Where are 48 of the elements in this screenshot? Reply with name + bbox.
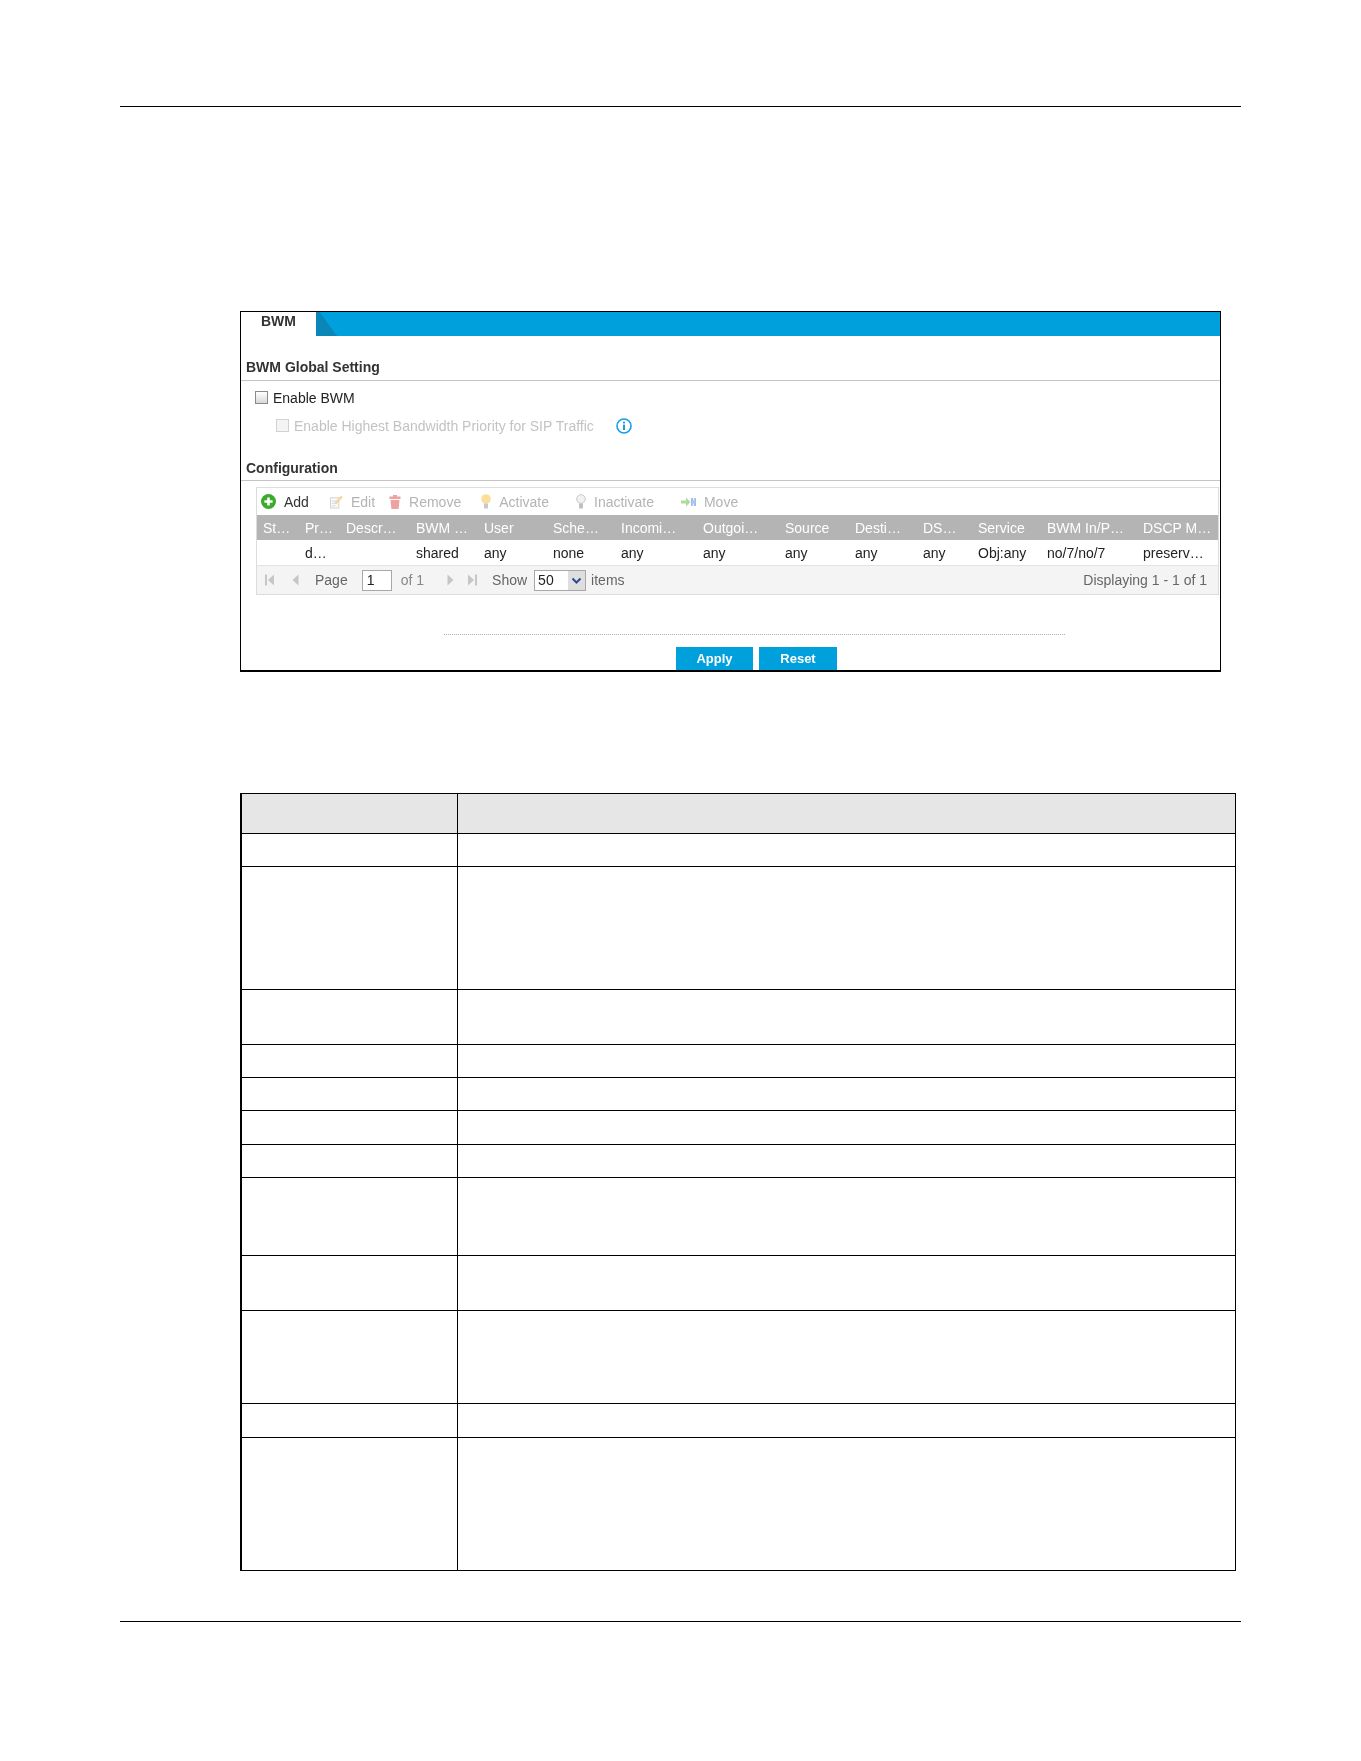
column-header[interactable]: Outgoi… [697, 515, 779, 540]
apply-button[interactable]: Apply [676, 647, 753, 670]
table-cell-text: d… [304, 543, 328, 563]
table-cell-text: any [784, 543, 809, 563]
chevron-down-icon[interactable] [568, 570, 586, 590]
table-cell-text: Obj:any [977, 543, 1028, 563]
reset-button[interactable]: Reset [759, 647, 837, 670]
plus-circle-icon [261, 494, 276, 509]
arrow-right-icon [680, 495, 696, 508]
table-cell-text: any [922, 543, 947, 563]
column-header[interactable]: Descr… [340, 515, 410, 540]
column-header[interactable]: Sche… [547, 515, 615, 540]
column-header[interactable]: BWM … [410, 515, 478, 540]
column-header[interactable]: Pr… [299, 515, 340, 540]
table-cell-text: preserv… [1142, 543, 1205, 563]
page-label: Page [315, 572, 348, 588]
lightbulb-icon [576, 494, 586, 509]
column-header[interactable]: DSCP M… [1137, 515, 1218, 540]
checkbox-label: Enable BWM [273, 389, 355, 406]
checkbox-label: Enable Highest Bandwidth Priority for SIP Traffic [294, 417, 594, 434]
pager-summary: Displaying 1 - 1 of 1 [1083, 572, 1207, 588]
page-input[interactable]: 1 [361, 569, 392, 591]
column-header[interactable]: St… [257, 515, 299, 540]
column-header[interactable]: Source [779, 515, 849, 540]
section-title: Configuration [245, 459, 339, 477]
column-header[interactable]: Incomi… [615, 515, 697, 540]
table-cell-text: any [620, 543, 645, 563]
table-cell-text: none [552, 543, 586, 563]
show-label: Show [492, 572, 528, 588]
column-header[interactable]: Service [972, 515, 1041, 540]
notepad-pencil-icon [329, 494, 343, 509]
table-cell-text: any [702, 543, 727, 563]
lightbulb-icon [481, 494, 492, 509]
page-count: of 1 [400, 572, 425, 588]
column-header[interactable]: DS… [917, 515, 972, 540]
table-cell-text: any [483, 543, 508, 563]
items-label: items [591, 572, 625, 588]
page-size-select[interactable]: 50 [534, 569, 587, 591]
add-button[interactable]: Add [261, 493, 309, 510]
section-title: BWM Global Setting [245, 358, 381, 376]
column-header[interactable]: User [478, 515, 547, 540]
trash-icon [389, 494, 402, 509]
checkbox[interactable] [255, 391, 268, 404]
table-cell-text: no/7/no/7 [1046, 543, 1107, 563]
table-cell-text: any [854, 543, 879, 563]
table-cell-text: shared [415, 543, 460, 563]
column-header[interactable]: Desti… [849, 515, 917, 540]
column-header[interactable]: BWM In/P… [1041, 515, 1137, 540]
